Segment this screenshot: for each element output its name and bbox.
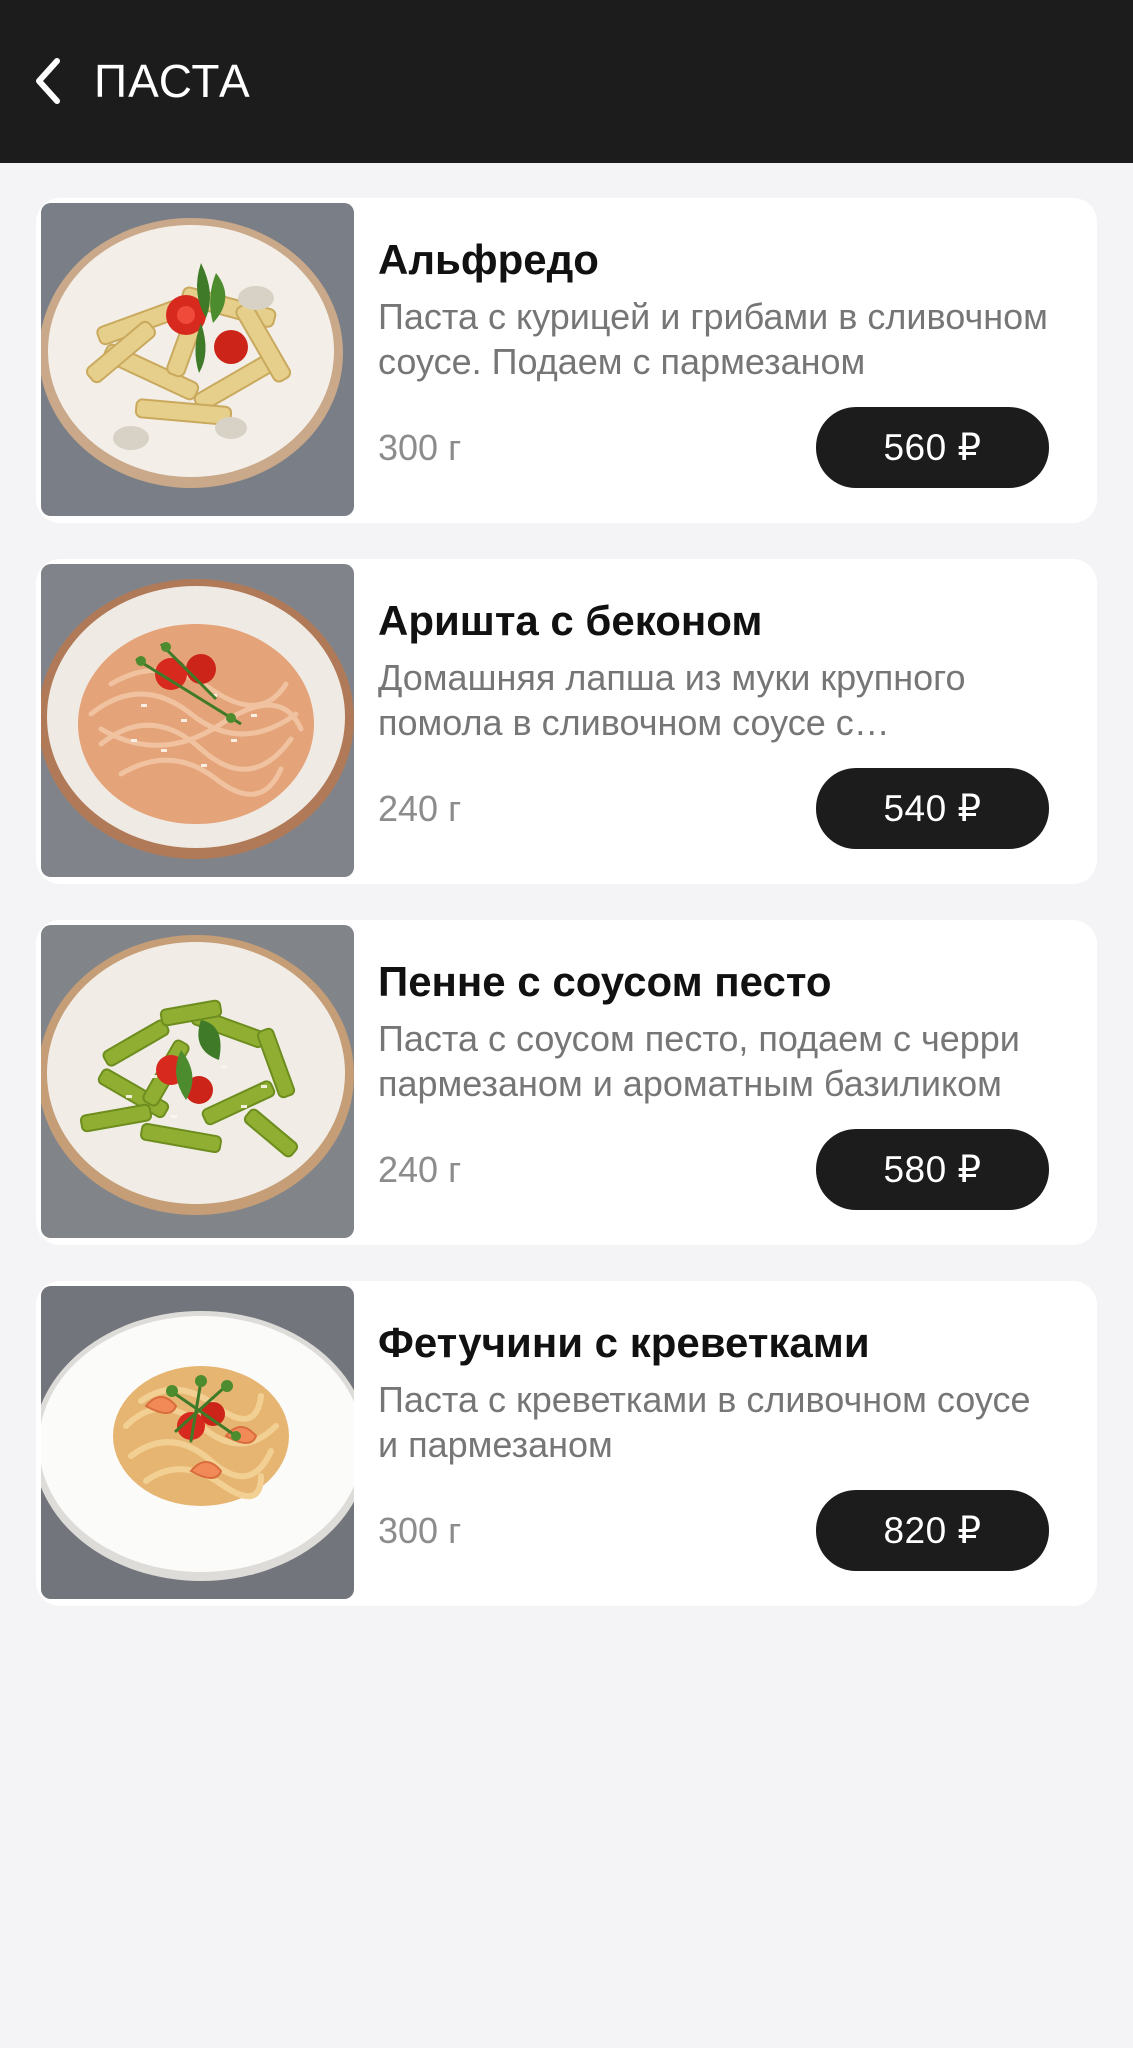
page-title: ПАСТА <box>94 55 251 107</box>
menu-list: Альфредо Паста с курицей и грибами в сли… <box>36 198 1097 1642</box>
top-bar: ПАСТА <box>0 0 1133 163</box>
dish-description: Паста с курицей и грибами в сливочном со… <box>378 296 1048 382</box>
menu-item-card[interactable]: Аришта с беконом Домашняя лапша из муки … <box>36 559 1097 884</box>
dish-description: Домашняя лапша из муки крупного помола в… <box>378 657 966 743</box>
dish-weight: 240 г <box>378 788 462 829</box>
menu-item-card[interactable]: Фетучини с креветками Паста с креветками… <box>36 1281 1097 1606</box>
dish-weight: 240 г <box>378 1149 462 1190</box>
dish-photo <box>41 925 354 1238</box>
dish-title: Аришта с беконом <box>378 597 763 644</box>
price-button[interactable]: 820 ₽ <box>816 1490 1049 1571</box>
price-button[interactable]: 540 ₽ <box>816 768 1049 849</box>
dish-description: Паста с креветками в сливочном соусе и п… <box>378 1379 1031 1465</box>
dish-title: Альфредо <box>378 236 599 283</box>
dish-photo <box>41 1286 354 1599</box>
chevron-left-icon <box>36 58 60 104</box>
dish-photo <box>41 203 354 516</box>
back-button[interactable] <box>28 53 68 109</box>
dish-description: Паста с соусом песто, подаем с черри пар… <box>378 1018 1020 1104</box>
price-button[interactable]: 580 ₽ <box>816 1129 1049 1210</box>
dish-photo <box>41 564 354 877</box>
dish-weight: 300 г <box>378 1510 462 1551</box>
menu-item-card[interactable]: Пенне с соусом песто Паста с соусом пест… <box>36 920 1097 1245</box>
dish-weight: 300 г <box>378 427 462 468</box>
dish-title: Пенне с соусом песто <box>378 958 832 1005</box>
price-button[interactable]: 560 ₽ <box>816 407 1049 488</box>
dish-title: Фетучини с креветками <box>378 1319 870 1366</box>
menu-item-card[interactable]: Альфредо Паста с курицей и грибами в сли… <box>36 198 1097 523</box>
